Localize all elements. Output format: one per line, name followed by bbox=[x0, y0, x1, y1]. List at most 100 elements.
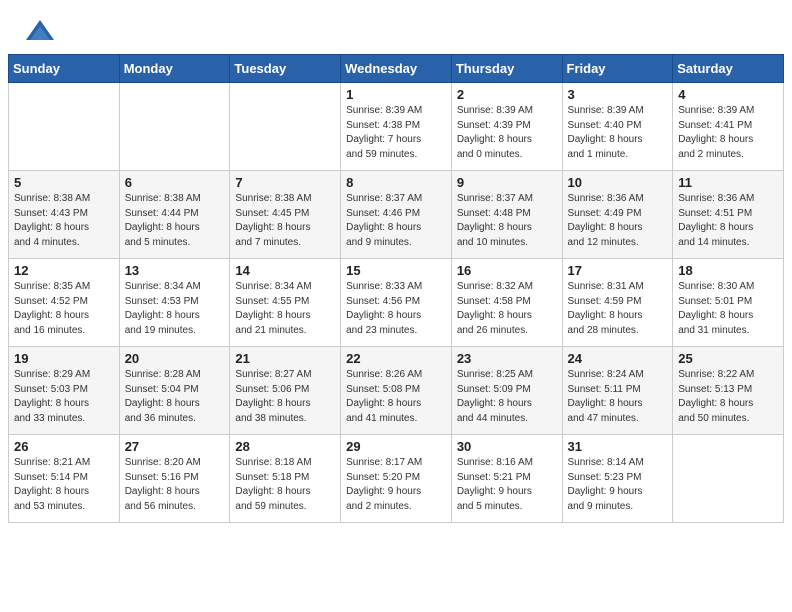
cell-content: Sunrise: 8:28 AM Sunset: 5:04 PM Dayligh… bbox=[125, 368, 225, 426]
cell-content: Sunrise: 8:18 AM Sunset: 5:18 PM Dayligh… bbox=[235, 456, 335, 514]
calendar-cell: 29 Sunrise: 8:17 AM Sunset: 5:20 PM Dayli… bbox=[341, 435, 452, 523]
day-number: 16 bbox=[457, 263, 557, 278]
logo-icon bbox=[24, 18, 56, 46]
cell-content: Sunrise: 8:35 AM Sunset: 4:52 PM Dayligh… bbox=[14, 280, 114, 338]
calendar-cell: 3 Sunrise: 8:39 AM Sunset: 4:40 PM Daylig… bbox=[562, 83, 673, 171]
cell-content: Sunrise: 8:21 AM Sunset: 5:14 PM Dayligh… bbox=[14, 456, 114, 514]
day-number: 5 bbox=[14, 175, 114, 190]
day-of-week-header: Sunday bbox=[9, 55, 120, 83]
day-number: 7 bbox=[235, 175, 335, 190]
day-number: 10 bbox=[568, 175, 668, 190]
calendar-cell: 17 Sunrise: 8:31 AM Sunset: 4:59 PM Dayli… bbox=[562, 259, 673, 347]
calendar-cell: 30 Sunrise: 8:16 AM Sunset: 5:21 PM Dayli… bbox=[451, 435, 562, 523]
cell-content: Sunrise: 8:25 AM Sunset: 5:09 PM Dayligh… bbox=[457, 368, 557, 426]
calendar-cell: 19Sunrise: 8:29 AM Sunset: 5:03 PM Dayli… bbox=[9, 347, 120, 435]
calendar-cell: 7 Sunrise: 8:38 AM Sunset: 4:45 PM Daylig… bbox=[230, 171, 341, 259]
day-number: 29 bbox=[346, 439, 446, 454]
day-number: 24 bbox=[568, 351, 668, 366]
calendar-body: 1 Sunrise: 8:39 AM Sunset: 4:38 PM Daylig… bbox=[9, 83, 784, 523]
day-number: 4 bbox=[678, 87, 778, 102]
calendar-table: SundayMondayTuesdayWednesdayThursdayFrid… bbox=[8, 54, 784, 523]
day-number: 21 bbox=[235, 351, 335, 366]
day-number: 15 bbox=[346, 263, 446, 278]
calendar-cell: 22Sunrise: 8:26 AM Sunset: 5:08 PM Dayli… bbox=[341, 347, 452, 435]
cell-content: Sunrise: 8:38 AM Sunset: 4:44 PM Dayligh… bbox=[125, 192, 225, 250]
day-number: 25 bbox=[678, 351, 778, 366]
calendar-week-row: 5 Sunrise: 8:38 AM Sunset: 4:43 PM Daylig… bbox=[9, 171, 784, 259]
calendar-cell bbox=[119, 83, 230, 171]
day-number: 30 bbox=[457, 439, 557, 454]
day-number: 2 bbox=[457, 87, 557, 102]
cell-content: Sunrise: 8:34 AM Sunset: 4:53 PM Dayligh… bbox=[125, 280, 225, 338]
day-number: 3 bbox=[568, 87, 668, 102]
cell-content: Sunrise: 8:29 AM Sunset: 5:03 PM Dayligh… bbox=[14, 368, 114, 426]
cell-content: Sunrise: 8:16 AM Sunset: 5:21 PM Dayligh… bbox=[457, 456, 557, 514]
calendar-cell: 11Sunrise: 8:36 AM Sunset: 4:51 PM Dayli… bbox=[673, 171, 784, 259]
day-number: 22 bbox=[346, 351, 446, 366]
day-of-week-header: Thursday bbox=[451, 55, 562, 83]
calendar-week-row: 1 Sunrise: 8:39 AM Sunset: 4:38 PM Daylig… bbox=[9, 83, 784, 171]
day-number: 17 bbox=[568, 263, 668, 278]
calendar-cell: 12 Sunrise: 8:35 AM Sunset: 4:52 PM Dayli… bbox=[9, 259, 120, 347]
cell-content: Sunrise: 8:30 AM Sunset: 5:01 PM Dayligh… bbox=[678, 280, 778, 338]
cell-content: Sunrise: 8:38 AM Sunset: 4:43 PM Dayligh… bbox=[14, 192, 114, 250]
day-number: 27 bbox=[125, 439, 225, 454]
calendar-week-row: 26Sunrise: 8:21 AM Sunset: 5:14 PM Dayli… bbox=[9, 435, 784, 523]
header bbox=[0, 0, 792, 54]
calendar-week-row: 12 Sunrise: 8:35 AM Sunset: 4:52 PM Dayli… bbox=[9, 259, 784, 347]
calendar-cell: 27 Sunrise: 8:20 AM Sunset: 5:16 PM Dayli… bbox=[119, 435, 230, 523]
cell-content: Sunrise: 8:37 AM Sunset: 4:48 PM Dayligh… bbox=[457, 192, 557, 250]
day-of-week-header: Wednesday bbox=[341, 55, 452, 83]
cell-content: Sunrise: 8:36 AM Sunset: 4:49 PM Dayligh… bbox=[568, 192, 668, 250]
calendar-cell bbox=[9, 83, 120, 171]
calendar-cell: 10 Sunrise: 8:36 AM Sunset: 4:49 PM Dayli… bbox=[562, 171, 673, 259]
days-of-week-row: SundayMondayTuesdayWednesdayThursdayFrid… bbox=[9, 55, 784, 83]
calendar-cell: 24 Sunrise: 8:24 AM Sunset: 5:11 PM Dayli… bbox=[562, 347, 673, 435]
cell-content: Sunrise: 8:39 AM Sunset: 4:38 PM Dayligh… bbox=[346, 104, 446, 162]
calendar-cell: 23 Sunrise: 8:25 AM Sunset: 5:09 PM Dayli… bbox=[451, 347, 562, 435]
day-number: 14 bbox=[235, 263, 335, 278]
calendar-cell: 31Sunrise: 8:14 AM Sunset: 5:23 PM Dayli… bbox=[562, 435, 673, 523]
cell-content: Sunrise: 8:39 AM Sunset: 4:41 PM Dayligh… bbox=[678, 104, 778, 162]
day-of-week-header: Friday bbox=[562, 55, 673, 83]
logo bbox=[24, 18, 60, 46]
calendar-cell: 16 Sunrise: 8:32 AM Sunset: 4:58 PM Dayli… bbox=[451, 259, 562, 347]
calendar-cell bbox=[230, 83, 341, 171]
cell-content: Sunrise: 8:27 AM Sunset: 5:06 PM Dayligh… bbox=[235, 368, 335, 426]
cell-content: Sunrise: 8:33 AM Sunset: 4:56 PM Dayligh… bbox=[346, 280, 446, 338]
cell-content: Sunrise: 8:32 AM Sunset: 4:58 PM Dayligh… bbox=[457, 280, 557, 338]
day-number: 11 bbox=[678, 175, 778, 190]
cell-content: Sunrise: 8:20 AM Sunset: 5:16 PM Dayligh… bbox=[125, 456, 225, 514]
calendar-cell: 9 Sunrise: 8:37 AM Sunset: 4:48 PM Daylig… bbox=[451, 171, 562, 259]
day-number: 28 bbox=[235, 439, 335, 454]
calendar-cell bbox=[673, 435, 784, 523]
cell-content: Sunrise: 8:31 AM Sunset: 4:59 PM Dayligh… bbox=[568, 280, 668, 338]
calendar-cell: 20 Sunrise: 8:28 AM Sunset: 5:04 PM Dayli… bbox=[119, 347, 230, 435]
day-number: 31 bbox=[568, 439, 668, 454]
day-of-week-header: Monday bbox=[119, 55, 230, 83]
calendar-cell: 6 Sunrise: 8:38 AM Sunset: 4:44 PM Daylig… bbox=[119, 171, 230, 259]
calendar-cell: 21 Sunrise: 8:27 AM Sunset: 5:06 PM Dayli… bbox=[230, 347, 341, 435]
calendar-cell: 28 Sunrise: 8:18 AM Sunset: 5:18 PM Dayli… bbox=[230, 435, 341, 523]
calendar-cell: 15 Sunrise: 8:33 AM Sunset: 4:56 PM Dayli… bbox=[341, 259, 452, 347]
day-number: 1 bbox=[346, 87, 446, 102]
cell-content: Sunrise: 8:22 AM Sunset: 5:13 PM Dayligh… bbox=[678, 368, 778, 426]
calendar-cell: 2Sunrise: 8:39 AM Sunset: 4:39 PM Daylig… bbox=[451, 83, 562, 171]
calendar-cell: 13Sunrise: 8:34 AM Sunset: 4:53 PM Dayli… bbox=[119, 259, 230, 347]
calendar-cell: 8Sunrise: 8:37 AM Sunset: 4:46 PM Daylig… bbox=[341, 171, 452, 259]
calendar-cell: 1 Sunrise: 8:39 AM Sunset: 4:38 PM Daylig… bbox=[341, 83, 452, 171]
cell-content: Sunrise: 8:17 AM Sunset: 5:20 PM Dayligh… bbox=[346, 456, 446, 514]
day-number: 20 bbox=[125, 351, 225, 366]
day-number: 12 bbox=[14, 263, 114, 278]
calendar-wrap: SundayMondayTuesdayWednesdayThursdayFrid… bbox=[0, 54, 792, 531]
cell-content: Sunrise: 8:37 AM Sunset: 4:46 PM Dayligh… bbox=[346, 192, 446, 250]
day-number: 23 bbox=[457, 351, 557, 366]
day-number: 6 bbox=[125, 175, 225, 190]
cell-content: Sunrise: 8:38 AM Sunset: 4:45 PM Dayligh… bbox=[235, 192, 335, 250]
calendar-cell: 14Sunrise: 8:34 AM Sunset: 4:55 PM Dayli… bbox=[230, 259, 341, 347]
cell-content: Sunrise: 8:39 AM Sunset: 4:40 PM Dayligh… bbox=[568, 104, 668, 162]
day-number: 9 bbox=[457, 175, 557, 190]
calendar-cell: 26Sunrise: 8:21 AM Sunset: 5:14 PM Dayli… bbox=[9, 435, 120, 523]
day-number: 18 bbox=[678, 263, 778, 278]
cell-content: Sunrise: 8:24 AM Sunset: 5:11 PM Dayligh… bbox=[568, 368, 668, 426]
